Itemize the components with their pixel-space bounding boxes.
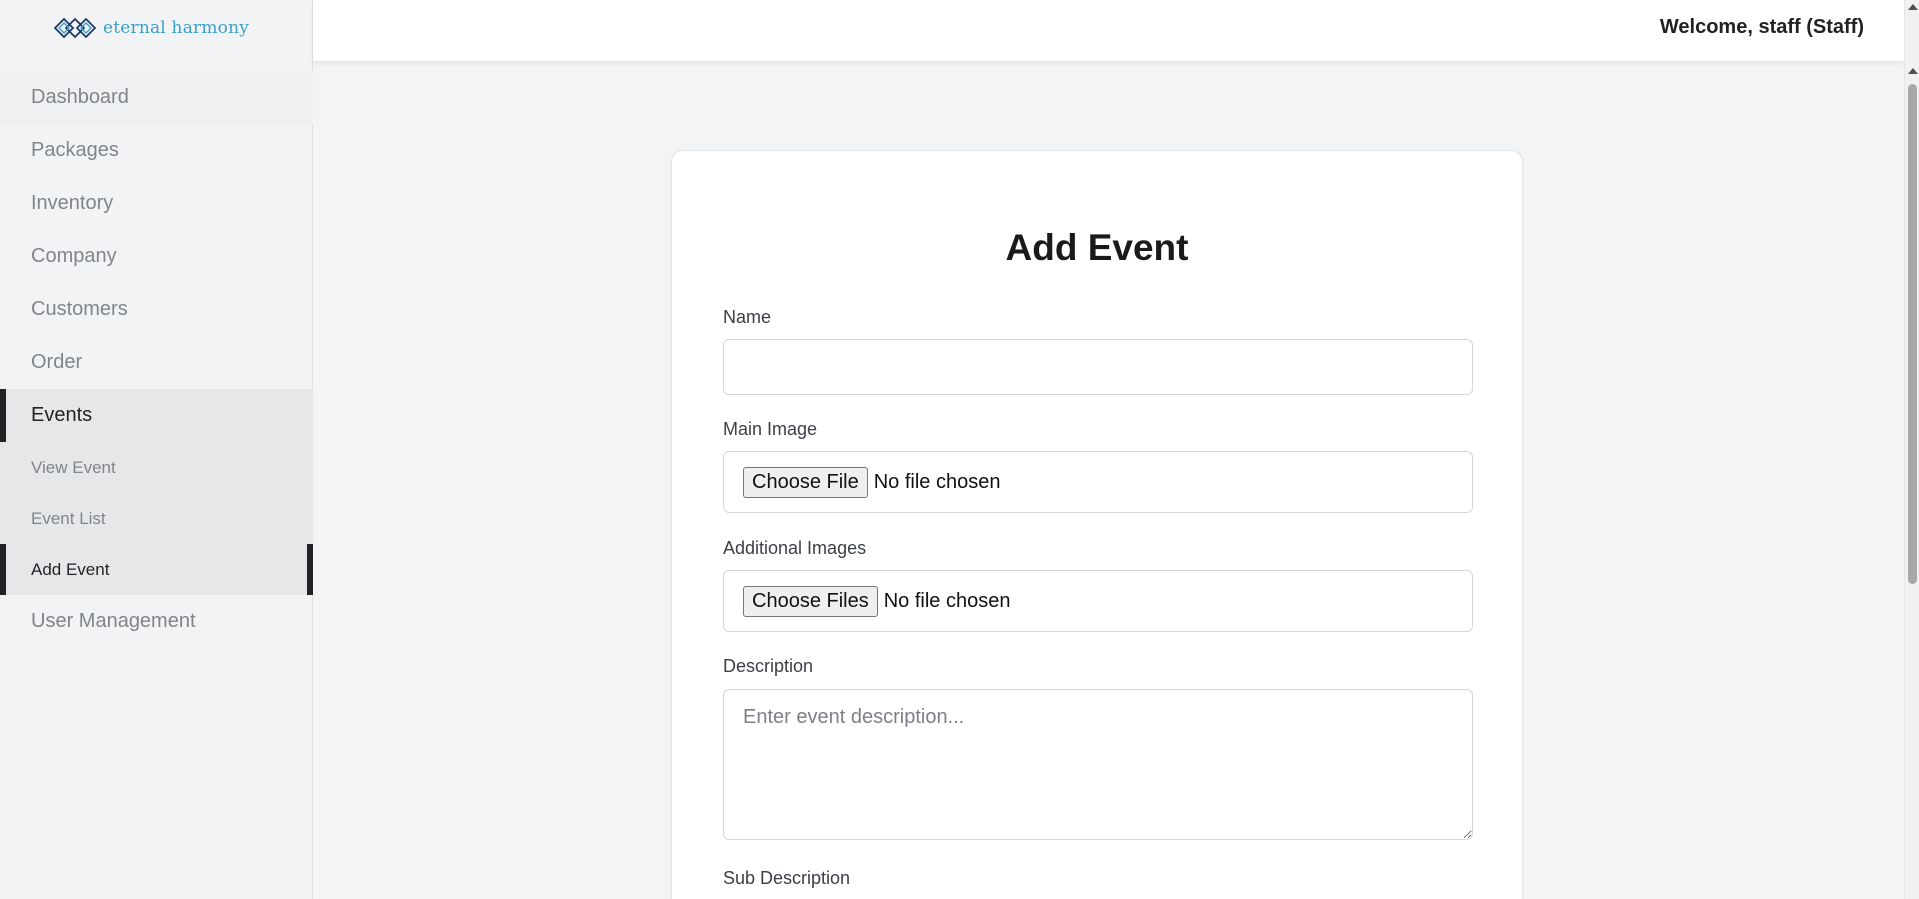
additional-images-file-status: No file chosen: [883, 589, 1011, 612]
additional-images-file-input[interactable]: Choose Files No file chosen: [723, 570, 1473, 632]
sidebar: eternal harmony Dashboard Packages Inven…: [0, 0, 313, 899]
sidebar-item-order[interactable]: Order: [0, 336, 313, 389]
sub-description-label: Sub Description: [723, 868, 851, 888]
name-input[interactable]: [723, 339, 1473, 395]
sidebar-subitem-event-list[interactable]: Event List: [0, 493, 313, 544]
top-bar: Welcome, staff (Staff): [313, 0, 1904, 62]
logo-text: eternal harmony: [102, 18, 250, 38]
sidebar-item-events[interactable]: Events: [0, 389, 313, 442]
welcome-text: Welcome, staff (Staff): [1659, 16, 1864, 38]
sidebar-nav: Dashboard Packages Inventory Company Cus…: [0, 71, 313, 648]
sidebar-subitem-add-event[interactable]: Add Event: [0, 544, 313, 595]
add-event-card: Add Event Name Main Image Choose File No…: [671, 150, 1523, 899]
main-image-file-status: No file chosen: [873, 470, 1001, 493]
page-scrollbar[interactable]: [1904, 0, 1919, 899]
page-title: Add Event: [1005, 227, 1189, 268]
sidebar-item-customers[interactable]: Customers: [0, 283, 313, 336]
choose-files-button[interactable]: Choose Files: [743, 585, 878, 617]
sidebar-item-user-management[interactable]: User Management: [0, 595, 313, 648]
additional-images-label: Additional Images: [723, 538, 867, 558]
choose-file-button[interactable]: Choose File: [743, 466, 868, 498]
logo-icon: [53, 17, 97, 39]
sidebar-item-dashboard[interactable]: Dashboard: [0, 71, 313, 124]
main-image-file-input[interactable]: Choose File No file chosen: [723, 451, 1473, 513]
description-textarea[interactable]: [723, 689, 1473, 840]
sidebar-item-company[interactable]: Company: [0, 230, 313, 283]
sidebar-subitem-view-event[interactable]: View Event: [0, 442, 313, 493]
sidebar-item-inventory[interactable]: Inventory: [0, 177, 313, 230]
name-label: Name: [723, 307, 772, 327]
sidebar-item-packages[interactable]: Packages: [0, 124, 313, 177]
scrollbar-thumb[interactable]: [1908, 84, 1917, 584]
scroll-up-arrow-icon[interactable]: [1908, 4, 1918, 10]
description-label: Description: [723, 656, 814, 676]
scroll-up-arrow-icon[interactable]: [1908, 68, 1918, 74]
main-image-label: Main Image: [723, 419, 818, 439]
logo[interactable]: eternal harmony: [0, 0, 312, 56]
